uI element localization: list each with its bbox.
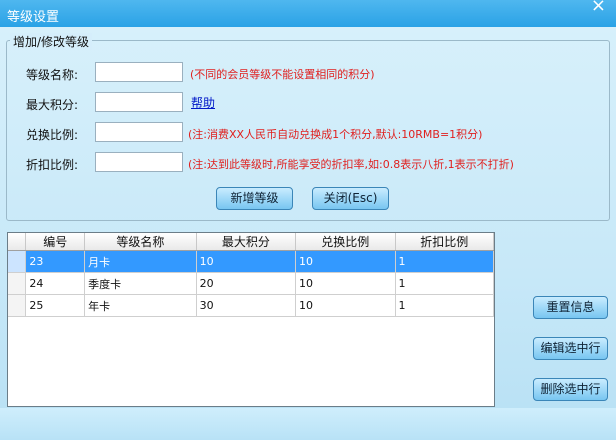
table-row[interactable]: 23 月卡 10 10 1 — [8, 250, 494, 273]
title-bar: 等级设置 × — [0, 0, 616, 27]
row-header-corner — [8, 233, 27, 251]
table-cell[interactable]: 10 — [295, 250, 396, 273]
table-cell[interactable]: 1 — [395, 294, 494, 317]
table-cell[interactable]: 季度卡 — [84, 272, 197, 295]
close-button[interactable]: 关闭(Esc) — [312, 187, 389, 210]
table-cell[interactable]: 10 — [295, 294, 396, 317]
table-cell[interactable]: 20 — [196, 272, 297, 295]
table-cell[interactable]: 24 — [25, 272, 86, 295]
table-cell[interactable]: 1 — [395, 272, 494, 295]
levels-table: 编号 等级名称 最大积分 兑换比例 折扣比例 23 月卡 10 10 1 24 … — [7, 232, 495, 407]
add-level-button[interactable]: 新增等级 — [216, 187, 293, 210]
table-row[interactable]: 25 年卡 30 10 1 — [8, 294, 494, 317]
row-header[interactable] — [8, 294, 27, 317]
level-name-hint: (不同的会员等级不能设置相同的积分) — [190, 68, 375, 81]
max-points-label: 最大积分: — [26, 98, 79, 112]
level-name-label: 等级名称: — [26, 68, 79, 82]
exchange-ratio-hint: (注:消费XX人民币自动兑换成1个积分,默认:10RMB=1积分) — [188, 128, 483, 141]
table-cell[interactable]: 25 — [25, 294, 86, 317]
table-cell[interactable]: 月卡 — [84, 250, 197, 273]
discount-ratio-hint: (注:达到此等级时,所能享受的折扣率,如:0.8表示八折,1表示不打折) — [188, 158, 514, 171]
table-cell[interactable]: 10 — [295, 272, 396, 295]
exchange-ratio-input[interactable] — [95, 122, 183, 142]
column-header[interactable]: 编号 — [25, 233, 86, 251]
close-icon[interactable]: × — [591, 0, 606, 15]
column-header[interactable]: 兑换比例 — [295, 233, 396, 251]
column-header[interactable]: 折扣比例 — [395, 233, 494, 251]
delete-selected-button[interactable]: 删除选中行 — [533, 378, 608, 401]
edit-selected-button[interactable]: 编辑选中行 — [533, 337, 608, 360]
group-legend: 增加/修改等级 — [10, 33, 93, 50]
max-points-input[interactable] — [95, 92, 183, 112]
window-title: 等级设置 — [7, 10, 60, 25]
table-cell[interactable]: 23 — [25, 250, 86, 273]
exchange-ratio-label: 兑换比例: — [26, 128, 79, 142]
discount-ratio-label: 折扣比例: — [26, 158, 79, 172]
column-header[interactable]: 最大积分 — [196, 233, 297, 251]
row-header[interactable] — [8, 250, 27, 273]
table-cell[interactable]: 10 — [196, 250, 297, 273]
table-cell[interactable]: 1 — [395, 250, 494, 273]
level-name-input[interactable] — [95, 62, 183, 82]
status-bar — [0, 408, 616, 440]
column-header[interactable]: 等级名称 — [84, 233, 197, 251]
table-cell[interactable]: 年卡 — [84, 294, 197, 317]
table-row[interactable]: 24 季度卡 20 10 1 — [8, 272, 494, 295]
table-cell[interactable]: 30 — [196, 294, 297, 317]
row-header[interactable] — [8, 272, 27, 295]
reset-button[interactable]: 重置信息 — [533, 296, 608, 319]
discount-ratio-input[interactable] — [95, 152, 183, 172]
help-link[interactable]: 帮助 — [191, 94, 215, 111]
table-header-row: 编号 等级名称 最大积分 兑换比例 折扣比例 — [8, 233, 494, 251]
